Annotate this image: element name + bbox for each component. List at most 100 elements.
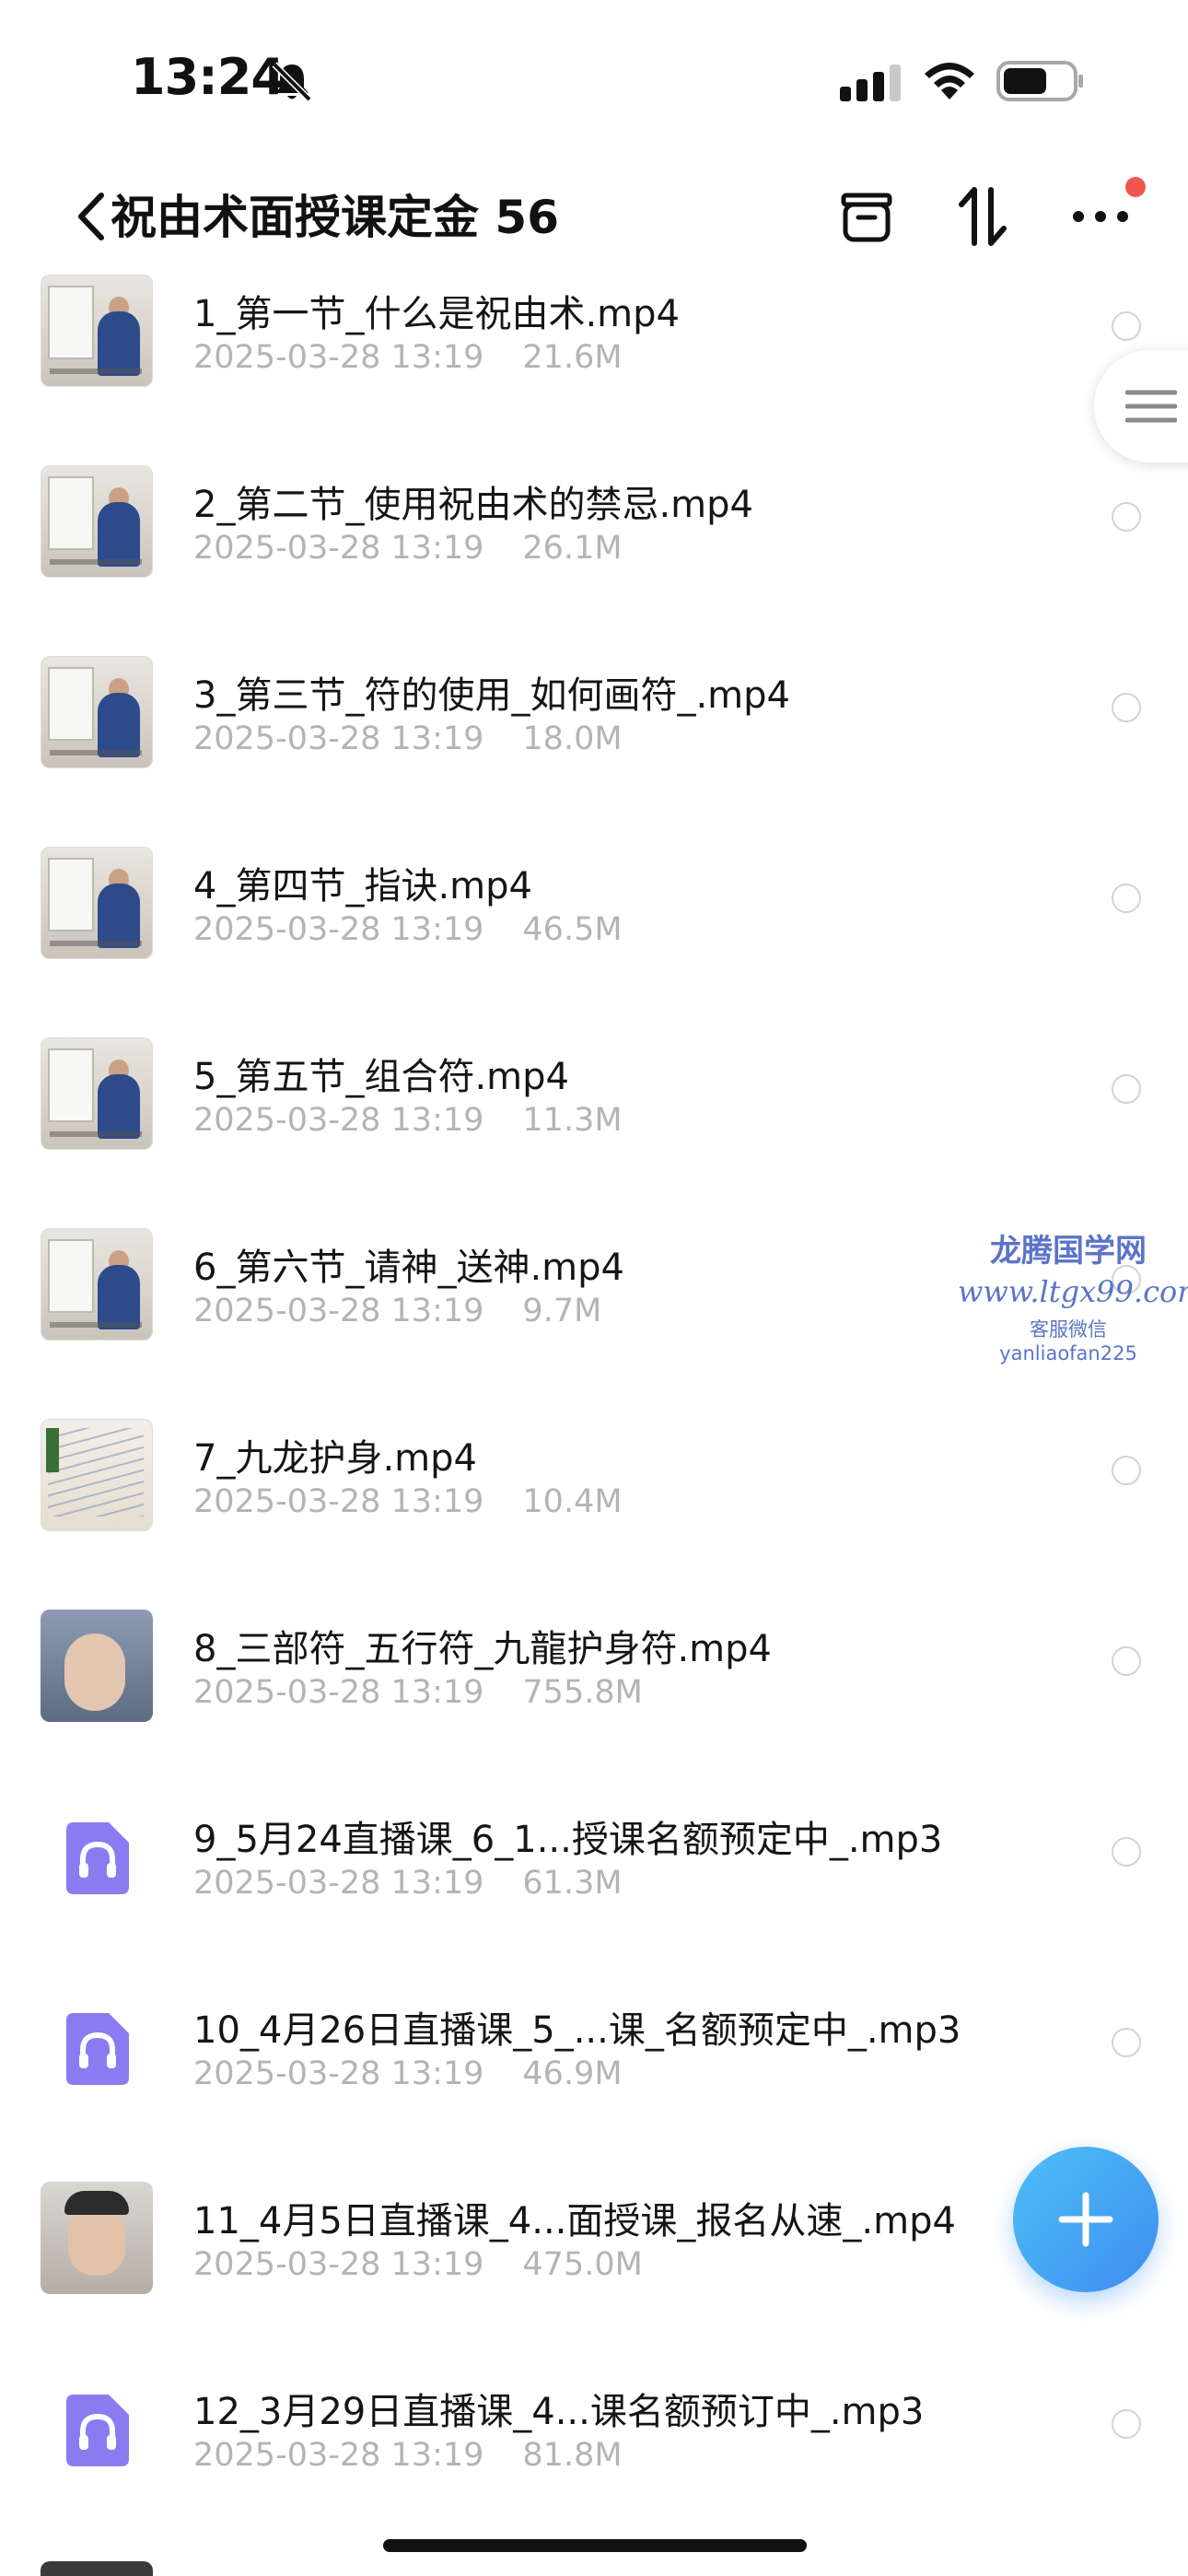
add-button[interactable] (1013, 2147, 1159, 2292)
file-row[interactable]: 10_4月26日直播课_5_...课_名额预定中_.mp3 2025-03-28 … (0, 1984, 1188, 2174)
wifi-icon (925, 63, 974, 100)
file-name: 11_4月5日直播课_4...面授课_报名从速_.mp4 (193, 2200, 956, 2242)
select-checkbox[interactable] (1112, 2028, 1141, 2057)
file-name: 10_4月26日直播课_5_...课_名额预定中_.mp3 (193, 2009, 961, 2052)
cellular-signal-icon (840, 64, 901, 101)
video-thumbnail (41, 656, 153, 768)
video-thumbnail (41, 465, 153, 578)
select-checkbox[interactable] (1112, 884, 1141, 913)
audio-file-icon (66, 1822, 129, 1894)
notification-dot (1125, 177, 1146, 197)
file-meta: 2025-03-28 13:19 475.0M (193, 2246, 643, 2283)
file-size: 46.9M (522, 2055, 623, 2092)
file-meta: 2025-03-28 13:19 46.9M (193, 2055, 623, 2092)
file-list: 1_第一节_什么是祝由术.mp4 2025-03-28 13:19 21.6M 2_第… (0, 267, 1188, 2556)
select-checkbox[interactable] (1112, 2409, 1141, 2439)
file-meta: 2025-03-28 13:19 61.3M (193, 1865, 623, 1902)
sort-icon (959, 187, 1007, 246)
chevron-left-icon[interactable] (72, 188, 109, 245)
battery-icon (996, 61, 1083, 101)
file-meta: 2025-03-28 13:19 18.0M (193, 720, 623, 757)
file-row[interactable]: 3_第三节_符的使用_如何画符_.mp4 2025-03-28 13:19 18.0… (0, 649, 1188, 839)
file-meta: 2025-03-28 13:19 81.8M (193, 2437, 623, 2474)
watermark-title: 龙腾国学网 (990, 1233, 1147, 1270)
file-size: 46.5M (522, 911, 623, 948)
file-name: 12_3月29日直播课_4...课名额预订中_.mp3 (193, 2391, 925, 2433)
audio-file-icon (66, 2395, 129, 2466)
video-thumbnail (41, 275, 153, 387)
file-row[interactable]: 4_第四节_指诀.mp4 2025-03-28 13:19 46.5M (0, 839, 1188, 1030)
file-date: 2025-03-28 13:19 (193, 1483, 484, 1520)
watermark: 龙腾国学网 www.ltgx99.com 客服微信 yanliaofan225 (958, 1225, 1188, 1364)
video-thumbnail (41, 1610, 153, 1722)
file-size: 10.4M (522, 1483, 623, 1520)
bell-muted-icon (272, 62, 312, 102)
watermark-url: www.ltgx99.com (958, 1274, 1188, 1309)
file-row[interactable]: 11_4月5日直播课_4...面授课_报名从速_.mp4 2025-03-28 1… (0, 2174, 1188, 2365)
file-date: 2025-03-28 13:19 (193, 530, 484, 567)
nav-bar: 祝由术面授课定金 56 (0, 166, 1188, 267)
file-meta: 2025-03-28 13:19 10.4M (193, 1483, 623, 1520)
select-checkbox[interactable] (1112, 1456, 1141, 1485)
file-date: 2025-03-28 13:19 (193, 720, 484, 757)
watermark-contact: 客服微信 yanliaofan225 (999, 1318, 1137, 1364)
next-item-thumbnail (41, 2561, 153, 2576)
sort-button[interactable] (941, 175, 1024, 258)
file-name: 3_第三节_符的使用_如何画符_.mp4 (193, 674, 790, 717)
file-name: 5_第五节_组合符.mp4 (193, 1056, 569, 1098)
file-row[interactable]: 5_第五节_组合符.mp4 2025-03-28 13:19 11.3M (0, 1030, 1188, 1221)
file-meta: 2025-03-28 13:19 21.6M (193, 339, 623, 376)
file-size: 755.8M (522, 1674, 643, 1711)
file-date: 2025-03-28 13:19 (193, 911, 484, 948)
file-row[interactable]: 2_第二节_使用祝由术的禁忌.mp4 2025-03-28 13:19 26.1M (0, 458, 1188, 649)
file-size: 61.3M (522, 1865, 623, 1902)
select-checkbox[interactable] (1112, 693, 1141, 722)
plus-icon (1058, 2192, 1113, 2247)
status-bar: 13:24 (0, 0, 1188, 157)
file-name: 2_第二节_使用祝由术的禁忌.mp4 (193, 484, 753, 526)
menu-icon (1125, 390, 1177, 423)
file-name: 7_九龙护身.mp4 (193, 1437, 477, 1480)
file-row[interactable]: 7_九龙护身.mp4 2025-03-28 13:19 10.4M (0, 1411, 1188, 1602)
status-time: 13:24 (131, 48, 285, 106)
select-checkbox[interactable] (1112, 1837, 1141, 1867)
file-date: 2025-03-28 13:19 (193, 1674, 484, 1711)
file-row[interactable]: 8_三部符_五行符_九龍护身符.mp4 2025-03-28 13:19 755.8… (0, 1602, 1188, 1793)
video-thumbnail (41, 847, 153, 959)
file-size: 26.1M (522, 530, 623, 567)
home-indicator[interactable] (383, 2539, 807, 2552)
video-thumbnail (41, 1037, 153, 1150)
file-name: 1_第一节_什么是祝由术.mp4 (193, 293, 680, 335)
select-checkbox[interactable] (1112, 1074, 1141, 1104)
archive-icon (841, 193, 892, 242)
file-name: 6_第六节_请神_送神.mp4 (193, 1247, 624, 1289)
file-name: 9_5月24直播课_6_1...授课名额预定中_.mp3 (193, 1819, 943, 1861)
select-checkbox[interactable] (1112, 1646, 1141, 1676)
file-row[interactable]: 12_3月29日直播课_4...课名额预订中_.mp3 2025-03-28 13… (0, 2365, 1188, 2556)
select-checkbox[interactable] (1112, 311, 1141, 341)
more-icon (1073, 211, 1128, 222)
file-meta: 2025-03-28 13:19 46.5M (193, 911, 623, 948)
file-meta: 2025-03-28 13:19 755.8M (193, 1674, 643, 1711)
file-size: 475.0M (522, 2246, 643, 2283)
file-size: 81.8M (522, 2437, 623, 2474)
file-row[interactable]: 1_第一节_什么是祝由术.mp4 2025-03-28 13:19 21.6M (0, 267, 1188, 458)
audio-file-icon (66, 2013, 129, 2085)
file-size: 9.7M (522, 1293, 602, 1329)
video-thumbnail (41, 1228, 153, 1341)
file-meta: 2025-03-28 13:19 11.3M (193, 1102, 623, 1139)
file-date: 2025-03-28 13:19 (193, 2437, 484, 2474)
file-meta: 2025-03-28 13:19 26.1M (193, 530, 623, 567)
archive-button[interactable] (825, 175, 908, 258)
file-row[interactable]: 9_5月24直播课_6_1...授课名额预定中_.mp3 2025-03-28 1… (0, 1793, 1188, 1984)
file-size: 21.6M (522, 339, 623, 376)
file-date: 2025-03-28 13:19 (193, 1102, 484, 1139)
file-date: 2025-03-28 13:19 (193, 2055, 484, 2092)
file-name: 8_三部符_五行符_九龍护身符.mp4 (193, 1628, 772, 1670)
file-date: 2025-03-28 13:19 (193, 1293, 484, 1329)
select-checkbox[interactable] (1112, 502, 1141, 532)
video-thumbnail (41, 2182, 153, 2294)
file-size: 18.0M (522, 720, 623, 757)
file-date: 2025-03-28 13:19 (193, 2246, 484, 2283)
page-title: 祝由术面授课定金 56 (111, 191, 559, 244)
